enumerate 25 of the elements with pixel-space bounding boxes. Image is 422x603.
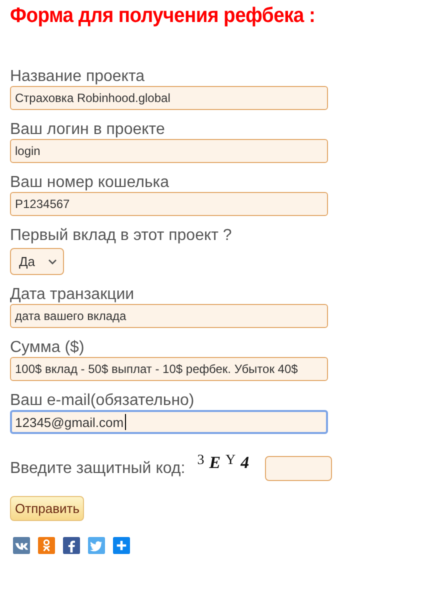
field-label: Сумма ($) <box>10 338 86 357</box>
dropdown[interactable]: Да <box>10 248 64 275</box>
input-field[interactable]: дата вашего вклада <box>10 304 328 328</box>
vk-icon[interactable] <box>13 537 30 554</box>
input-field[interactable]: login <box>10 139 328 163</box>
field-label: Название проекта <box>10 67 146 86</box>
field-label: Первый вклад в этот проект ? <box>10 226 233 245</box>
field-label: Дата транзакции <box>10 285 136 304</box>
input-field[interactable]: 100$ вклад - 50$ выплат - 10$ рефбек. Убыток 40$ <box>10 357 328 381</box>
field-label: Ваш e-mail(обязательно) <box>10 391 196 410</box>
captcha-label: Введите защитный код: <box>10 459 186 478</box>
figure-icon[interactable] <box>38 537 55 554</box>
field-label: Ваш номер кошелька <box>10 173 170 192</box>
form-title: Форма для получения рефбека : <box>10 3 316 28</box>
bird-icon[interactable] <box>88 537 105 554</box>
email-field[interactable]: 12345@gmail.com <box>10 410 328 434</box>
captcha-field[interactable] <box>265 456 332 481</box>
field-label: Ваш логин в проекте <box>10 120 166 139</box>
chevron-icon <box>48 258 57 264</box>
f-icon[interactable] <box>63 537 80 554</box>
plus-icon[interactable] <box>113 537 130 554</box>
input-field[interactable]: Страховка Robinhood.global <box>10 86 328 110</box>
submit-button[interactable]: Отправить <box>10 496 84 521</box>
input-field[interactable]: P1234567 <box>10 192 328 216</box>
captcha-image: 3 E Y 4 <box>197 452 250 472</box>
